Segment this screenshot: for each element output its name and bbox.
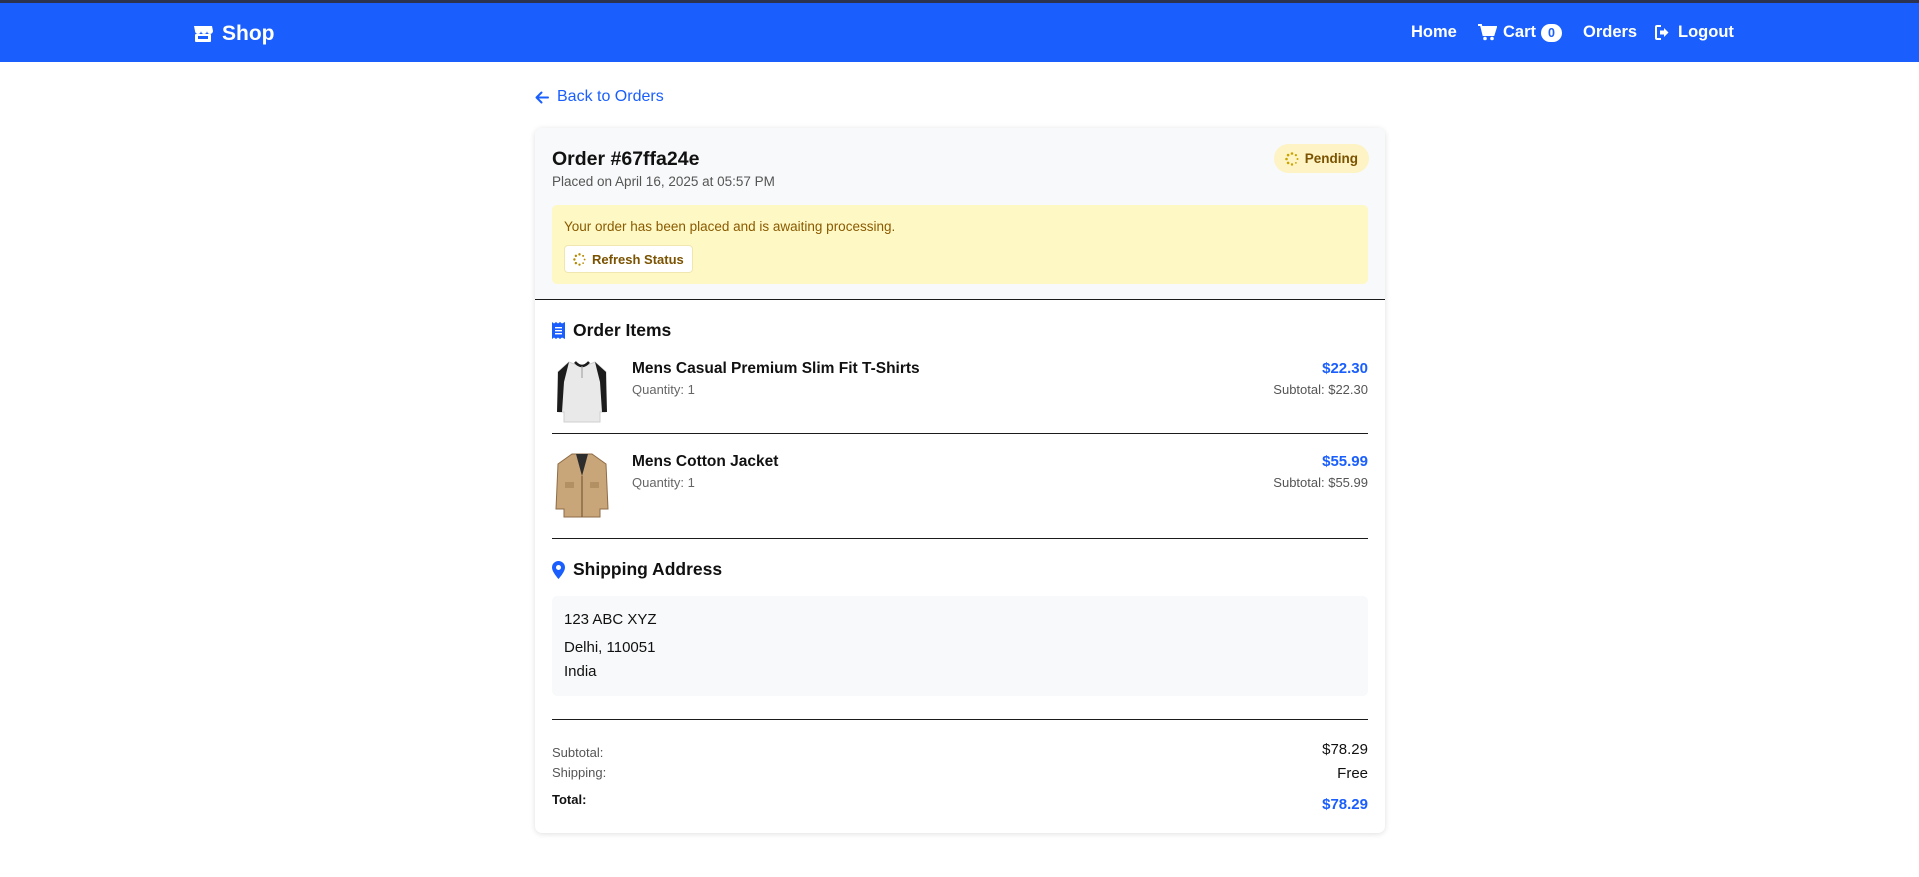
refresh-status-label: Refresh Status [592, 251, 684, 267]
cart-count-badge: 0 [1541, 23, 1562, 42]
status-label: Pending [1304, 151, 1358, 166]
receipt-icon [552, 322, 565, 339]
alert-message: Your order has been placed and is awaiti… [564, 219, 896, 234]
nav-cart-label: Cart [1503, 23, 1537, 41]
nav-orders-label: Orders [1583, 23, 1638, 41]
back-to-orders-link[interactable]: Back to Orders [535, 88, 664, 106]
spinner-icon [573, 252, 586, 266]
order-title: Order #67ffa24e [552, 148, 700, 170]
item-price: $55.99 [1322, 453, 1368, 470]
item-quantity: Quantity: 1 [632, 475, 695, 490]
nav-logout[interactable]: Logout [1655, 23, 1734, 42]
shipping-label: Shipping: [552, 765, 607, 780]
address-line-3: India [564, 663, 597, 680]
divider [552, 538, 1368, 539]
status-badge: Pending [1273, 144, 1369, 173]
item-name: Mens Cotton Jacket [632, 453, 779, 470]
tshirt-product-image [557, 361, 607, 423]
shipping-address-title: Shipping Address [573, 559, 723, 579]
order-card: Order #67ffa24e Placed on April 16, 2025… [535, 128, 1385, 833]
refresh-status-button[interactable]: Refresh Status [564, 245, 693, 273]
item-subtotal: Subtotal: $55.99 [1273, 475, 1368, 490]
order-item: Mens Cotton Jacket Quantity: 1 $55.99 Su… [552, 449, 1368, 519]
item-name: Mens Casual Premium Slim Fit T-Shirts [632, 360, 920, 377]
divider [552, 719, 1368, 720]
spinner-icon [1284, 151, 1299, 166]
divider [552, 433, 1368, 434]
item-quantity: Quantity: 1 [632, 382, 695, 397]
address-line-2: Delhi, 110051 [564, 639, 656, 656]
subtotal-value: $78.29 [1322, 741, 1368, 758]
nav-home-label: Home [1411, 23, 1457, 41]
item-price: $22.30 [1322, 360, 1368, 377]
order-item: Mens Casual Premium Slim Fit T-Shirts Qu… [552, 356, 1368, 426]
order-header: Order #67ffa24e Placed on April 16, 2025… [535, 128, 1385, 300]
nav-cart[interactable]: Cart 0 [1478, 23, 1562, 42]
logout-icon [1655, 25, 1669, 40]
cart-icon [1478, 24, 1497, 41]
top-navbar: Shop Home Cart 0 Orders Logout [0, 0, 1919, 62]
subtotal-label: Subtotal: [552, 745, 604, 760]
shipping-address-box: 123 ABC XYZ Delhi, 110051 India [552, 596, 1368, 696]
jacket-product-image [555, 453, 609, 518]
order-items-heading: Order Items [552, 320, 671, 341]
back-link-label: Back to Orders [557, 88, 664, 105]
address-line-1: 123 ABC XYZ [564, 611, 657, 628]
nav-home[interactable]: Home [1411, 23, 1457, 42]
shipping-address-heading: Shipping Address [552, 559, 722, 580]
nav-orders[interactable]: Orders [1583, 23, 1637, 42]
shipping-value: Free [1337, 765, 1368, 782]
order-items-title: Order Items [573, 320, 672, 340]
item-subtotal: Subtotal: $22.30 [1273, 382, 1368, 397]
total-value: $78.29 [1322, 796, 1368, 813]
order-placed-date: Placed on April 16, 2025 at 05:57 PM [552, 174, 775, 189]
total-label: Total: [552, 792, 587, 807]
status-alert: Your order has been placed and is awaiti… [552, 205, 1368, 284]
map-pin-icon [552, 560, 565, 579]
nav-logout-label: Logout [1678, 23, 1734, 41]
arrow-left-icon [535, 91, 549, 103]
